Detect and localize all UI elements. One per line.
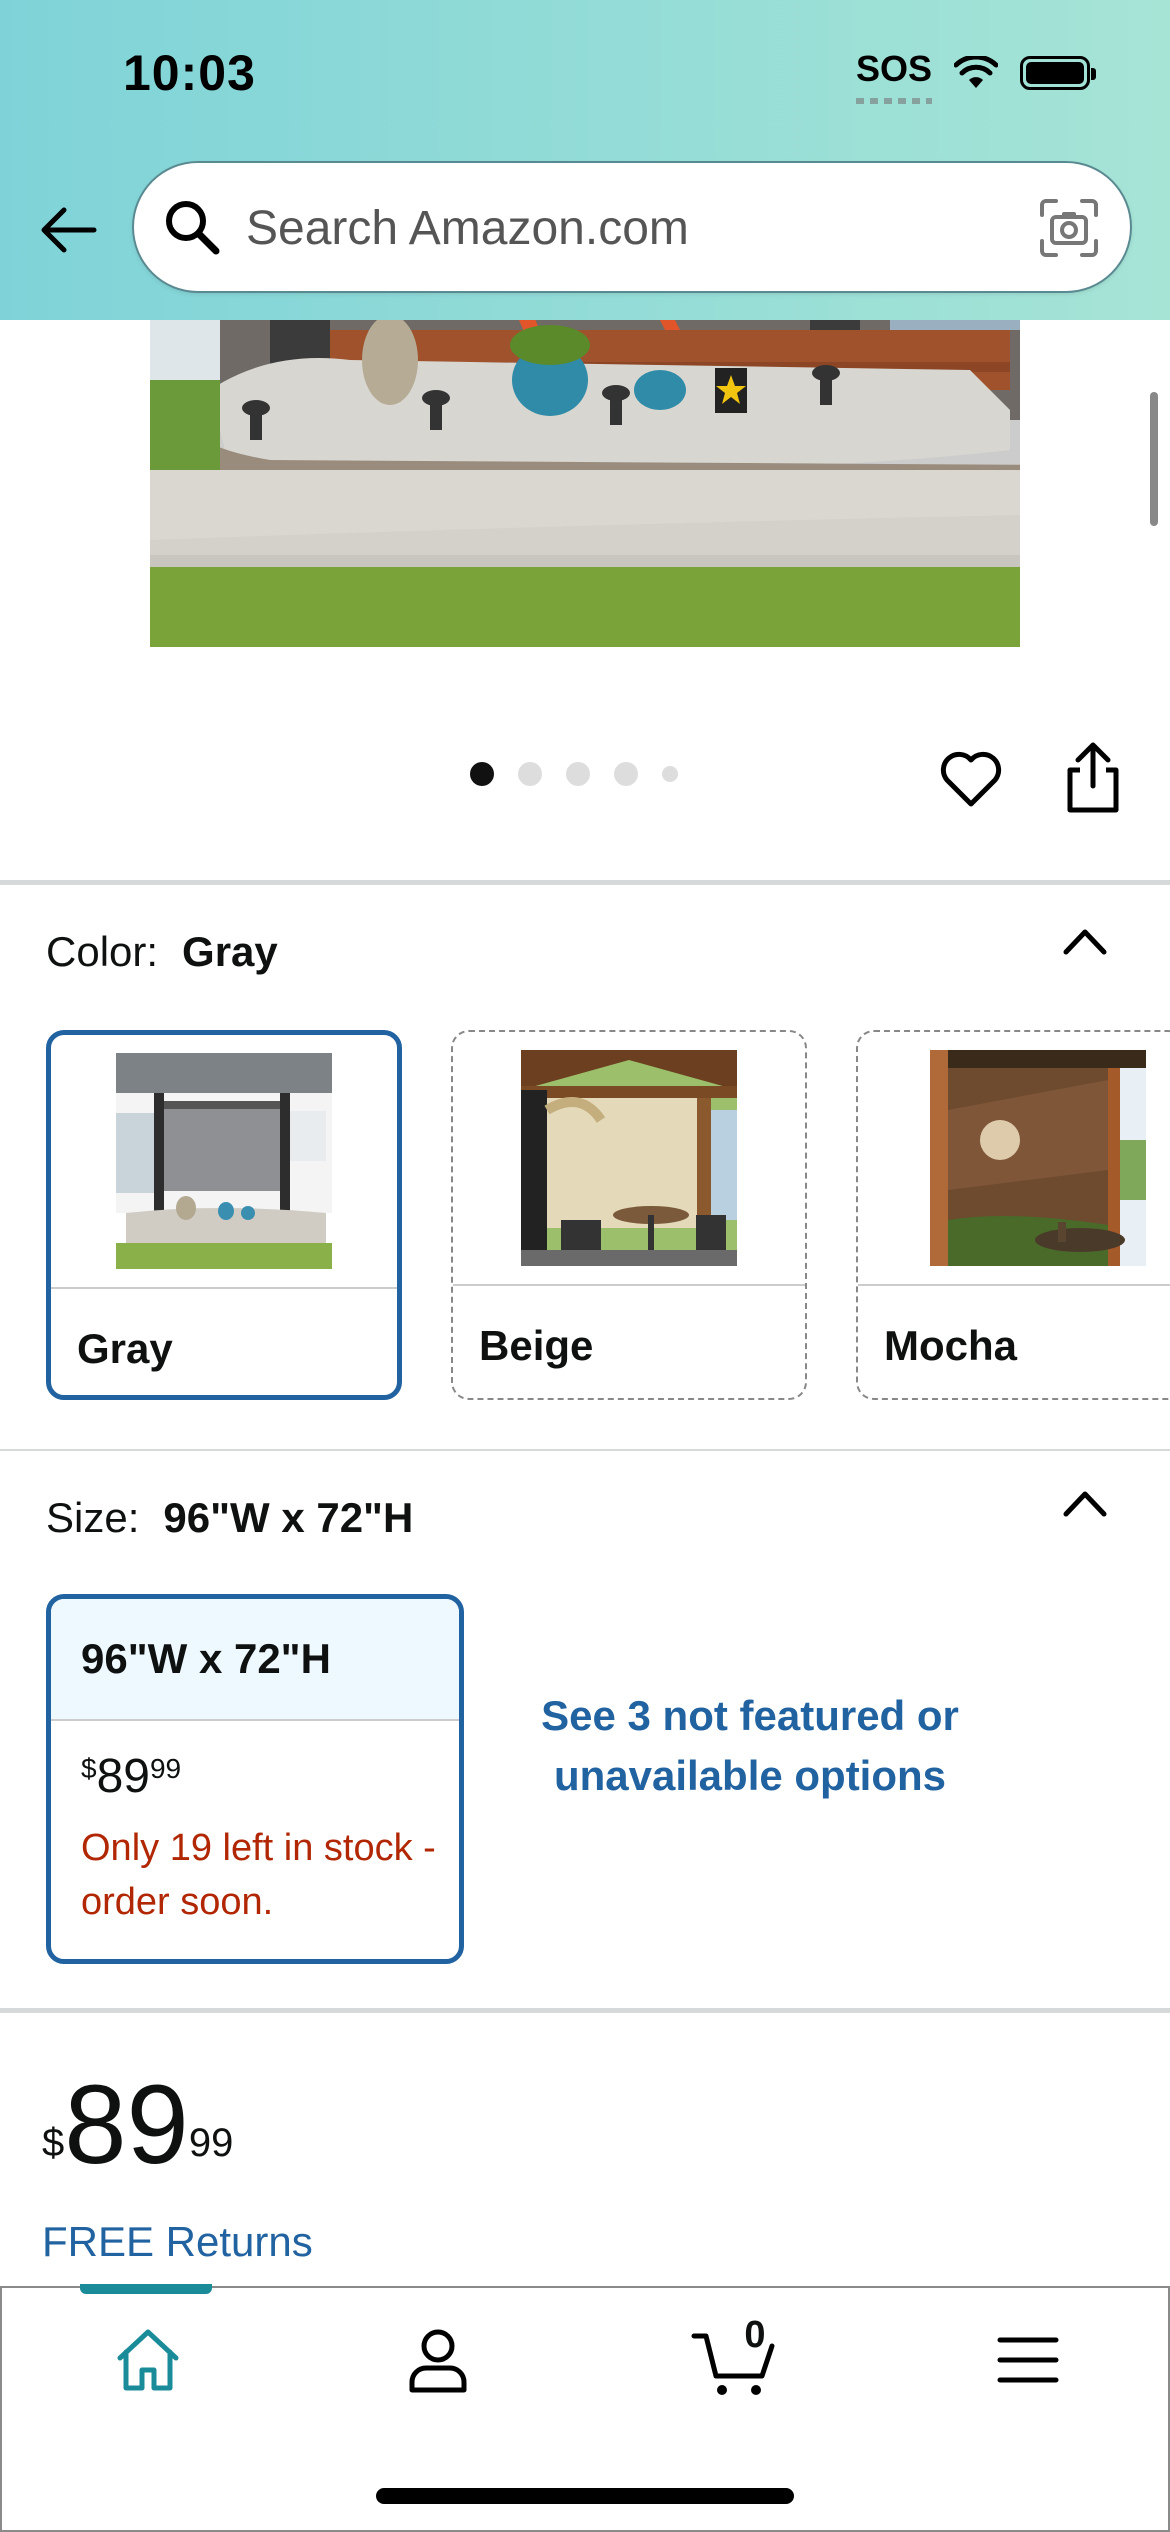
home-icon[interactable] bbox=[110, 2322, 186, 2398]
heart-icon[interactable] bbox=[938, 746, 1004, 812]
search-input[interactable] bbox=[244, 187, 1048, 269]
color-option-beige[interactable]: Beige bbox=[451, 1030, 807, 1400]
color-option-gray[interactable]: Gray bbox=[46, 1030, 402, 1400]
nav-active-indicator bbox=[80, 2284, 212, 2294]
wifi-icon bbox=[954, 56, 998, 88]
size-option-price: $8999 bbox=[81, 1750, 182, 1803]
chevron-up-icon[interactable] bbox=[1062, 1488, 1108, 1518]
size-selected-value: 96"W x 72"H bbox=[163, 1494, 414, 1541]
section-divider bbox=[0, 1449, 1170, 1451]
scrollbar[interactable] bbox=[1150, 392, 1158, 526]
stock-warning: Only 19 left in stock - order soon. bbox=[81, 1827, 436, 1923]
carousel-dot[interactable] bbox=[662, 766, 678, 782]
color-label: Color: bbox=[46, 928, 159, 975]
color-option-label: Beige bbox=[479, 1322, 594, 1369]
status-time: 10:03 bbox=[123, 45, 256, 101]
gray-thumbnail bbox=[116, 1053, 332, 1269]
mocha-thumbnail bbox=[930, 1050, 1146, 1266]
chevron-up-icon[interactable] bbox=[1062, 926, 1108, 956]
image-carousel-dots[interactable] bbox=[470, 762, 678, 786]
size-option-card[interactable]: 96"W x 72"H $8999 Only 19 left in stock … bbox=[46, 1594, 464, 1964]
home-indicator[interactable] bbox=[376, 2488, 794, 2504]
carousel-dot[interactable] bbox=[470, 762, 494, 786]
search-bar[interactable] bbox=[134, 163, 1130, 291]
color-selected-value: Gray bbox=[182, 928, 278, 975]
beige-thumbnail bbox=[521, 1050, 737, 1266]
product-price: $8999 bbox=[42, 2062, 234, 2187]
cart-count-badge: 0 bbox=[744, 2314, 766, 2356]
product-image[interactable] bbox=[150, 300, 1020, 647]
free-returns-link[interactable]: FREE Returns bbox=[42, 2218, 313, 2266]
account-icon[interactable] bbox=[400, 2322, 476, 2398]
carousel-dot[interactable] bbox=[566, 762, 590, 786]
color-row-label: Color: Gray bbox=[46, 928, 278, 976]
camera-search-icon[interactable] bbox=[1038, 197, 1100, 259]
back-arrow-icon[interactable] bbox=[36, 198, 100, 262]
share-icon[interactable] bbox=[1058, 740, 1128, 816]
status-icons: SOS bbox=[855, 48, 1096, 104]
color-option-label: Mocha bbox=[884, 1322, 1018, 1369]
see-more-options-link[interactable]: See 3 not featured or unavailable option… bbox=[540, 1686, 960, 1806]
color-option-mocha[interactable]: Mocha bbox=[856, 1030, 1170, 1400]
battery-icon bbox=[1020, 56, 1096, 90]
menu-icon[interactable] bbox=[990, 2322, 1066, 2398]
carousel-dot[interactable] bbox=[518, 762, 542, 786]
size-option-title: 96"W x 72"H bbox=[81, 1635, 331, 1682]
size-label: Size: bbox=[46, 1494, 140, 1541]
size-row-label: Size: 96"W x 72"H bbox=[46, 1494, 413, 1542]
color-option-label: Gray bbox=[77, 1325, 173, 1372]
carousel-dot[interactable] bbox=[614, 762, 638, 786]
sos-indicator: SOS bbox=[855, 48, 933, 104]
section-divider bbox=[0, 880, 1170, 885]
section-divider bbox=[0, 2008, 1170, 2013]
search-icon bbox=[166, 201, 220, 255]
header-bar: 10:03 SOS bbox=[0, 0, 1170, 320]
